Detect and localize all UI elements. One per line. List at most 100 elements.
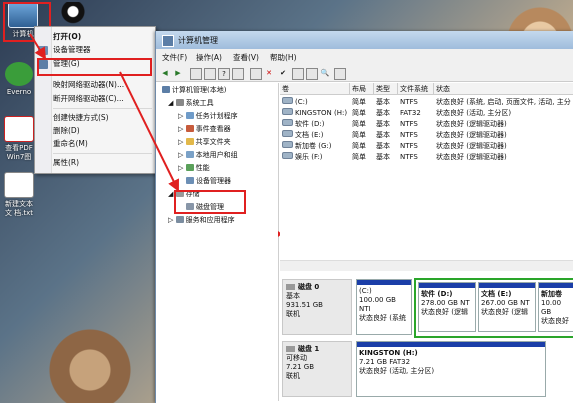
menu-view[interactable]: 查看(V) [233,52,259,63]
expand-arrow-icon[interactable]: ▷ [178,164,183,172]
tree-local-users-label: 本地用户和组 [195,151,238,159]
search-icon[interactable]: 🔍 [320,68,330,78]
column-header-filesystem[interactable]: 文件系统 [398,83,434,95]
table-row[interactable]: 软件 (D:) 简单 基本 NTFS 状态良好 (逻辑驱动器) [280,119,573,130]
tree-device-manager[interactable]: 设备管理器 [186,176,231,186]
volume-name-text: 软件 (D:) [295,120,325,128]
desktop-pdf-icon[interactable]: 查看PDF Win7图 [2,116,36,162]
desktop-evernote-icon[interactable]: Everno [2,62,36,97]
tree-local-users[interactable]: ▷ 本地用户和组 [178,150,238,160]
tree-event-viewer[interactable]: ▷ 事件查看器 [178,124,231,134]
copy-icon[interactable] [292,68,304,80]
open-folder-icon[interactable] [306,68,318,80]
tree-services[interactable]: ▷ 服务和应用程序 [168,215,235,225]
partition-size: 278.00 GB NT [421,299,470,307]
tree-event-viewer-label: 事件查看器 [195,125,231,133]
volume-name-text: (C:) [295,98,308,106]
volume-filesystem: NTFS [400,131,418,139]
collapse-arrow-icon[interactable]: ◢ [168,190,173,198]
menu-item-create-shortcut[interactable]: 创建快捷方式(S) [53,112,109,124]
tree-root-label: 计算机管理(本地) [172,86,227,94]
forward-arrow-icon[interactable]: ▶ [173,68,183,78]
menu-item-properties[interactable]: 属性(R) [53,157,79,169]
partition-size: 7.21 GB FAT32 [359,358,411,366]
tree-performance[interactable]: ▷ 性能 [178,163,210,173]
desktop-evernote-label: Everno [6,88,32,96]
menu-separator [53,108,152,109]
tree-shared-folders-label: 共享文件夹 [195,138,231,146]
help-icon[interactable]: ? [218,68,230,80]
up-folder-icon[interactable] [190,68,202,80]
disk1-header[interactable]: 磁盘 1 可移动 7.21 GB 联机 [282,341,352,397]
table-row[interactable]: (C:) 简单 基本 NTFS 状态良好 (系统, 启动, 页面文件, 活动, … [280,97,573,108]
expand-arrow-icon[interactable]: ▷ [168,216,173,224]
tree-performance-label: 性能 [195,164,210,172]
window-titlebar[interactable]: 计算机管理 [156,31,573,49]
disk0-header[interactable]: 磁盘 0 基本 931.51 GB 联机 [282,279,352,335]
tree-system-tools[interactable]: ◢ 系统工具 [168,98,214,108]
disk0-status: 联机 [286,310,300,318]
disk-management-highlight [174,190,246,214]
menu-separator [53,153,152,154]
desktop-txt-icon[interactable]: 新建文本文 档.txt [2,172,36,218]
expand-arrow-icon[interactable]: ▷ [178,138,183,146]
menu-item-map-network-drive[interactable]: 映射网络驱动器(N)... [53,79,124,91]
volume-status: 状态良好 (活动, 主分区) [436,109,512,117]
column-header-type[interactable]: 类型 [374,83,398,95]
tree-services-label: 服务和应用程序 [185,216,235,224]
window-title: 计算机管理 [178,36,218,45]
tree-root[interactable]: 计算机管理(本地) [162,85,226,95]
event-viewer-icon [185,125,194,132]
desktop-qq-icon[interactable] [56,2,90,28]
context-menu: 打开(O) 设备管理器 管理(G) 映射网络驱动器(N)... 断开网络驱动器(… [34,26,156,174]
menu-item-open[interactable]: 打开(O) [53,31,81,43]
menu-item-device-manager[interactable]: 设备管理器 [53,44,91,56]
table-row[interactable]: KINGSTON (H:) 简单 基本 FAT32 状态良好 (活动, 主分区) [280,108,573,119]
partition-size: 10.00 GB [541,299,562,316]
volume-layout: 简单 [352,109,366,117]
column-header-volume[interactable]: 卷 [280,83,350,95]
menu-item-delete[interactable]: 删除(D) [53,125,80,137]
check-icon[interactable]: ✔ [278,68,288,78]
expand-arrow-icon[interactable]: ▷ [178,125,183,133]
expand-arrow-icon[interactable]: ▷ [178,151,183,159]
table-row[interactable]: 新加卷 (G:) 简单 基本 NTFS 状态良好 (逻辑驱动器) [280,141,573,152]
column-header-status[interactable]: 状态 [434,83,573,95]
table-row[interactable]: 文档 (E:) 简单 基本 NTFS 状态良好 (逻辑驱动器) [280,130,573,141]
properties-icon[interactable] [232,68,244,80]
computer-management-window: 计算机管理 文件(F) 操作(A) 查看(V) 帮助(H) ◀ ▶ ? ✕ ✔ … [155,31,573,403]
volume-icon [282,141,293,148]
partition-g[interactable]: 新加卷 10.00 GB 状态良好 [538,282,573,332]
disk1-type: 可移动 [286,354,307,362]
refresh-icon[interactable] [250,68,262,80]
column-header-layout[interactable]: 布局 [350,83,374,95]
volume-icon [282,130,293,137]
tree-shared-folders[interactable]: ▷ 共享文件夹 [178,137,231,147]
partition-e[interactable]: 文档 (E:) 267.00 GB NT 状态良好 (逻辑 [478,282,536,332]
delete-x-icon[interactable]: ✕ [264,68,274,78]
menu-item-disconnect-network-drive[interactable]: 断开网络驱动器(C)... [53,93,124,105]
horizontal-scrollbar[interactable] [280,260,573,271]
partition-c[interactable]: (C:) 100.00 GB NTI 状态良好 (系统 [356,279,412,335]
volume-name-text: 文档 (E:) [295,131,324,139]
menu-action[interactable]: 操作(A) [196,52,222,63]
back-arrow-icon[interactable]: ◀ [160,68,170,78]
menu-item-rename[interactable]: 重命名(M) [53,138,88,150]
volume-name: 文档 (E:) [282,130,350,141]
expand-arrow-icon[interactable]: ▷ [178,112,183,120]
table-row[interactable]: 娱乐 (F:) 简单 基本 NTFS 状态良好 (逻辑驱动器) [280,152,573,163]
tree-task-scheduler[interactable]: ▷ 任务计划程序 [178,111,238,121]
menu-help[interactable]: 帮助(H) [270,52,297,63]
collapse-arrow-icon[interactable]: ◢ [168,99,173,107]
partition-d[interactable]: 软件 (D:) 278.00 GB NT 状态良好 (逻辑 [418,282,476,332]
panel-icon[interactable] [334,68,346,80]
partition-size: 267.00 GB NT [481,299,530,307]
volume-type: 基本 [376,109,390,117]
menu-file[interactable]: 文件(F) [162,52,187,63]
volume-list: 卷 布局 类型 文件系统 状态 (C:) 简单 基本 NTFS 状态良好 (系统… [280,83,573,259]
show-hide-tree-icon[interactable] [204,68,216,80]
volume-layout: 简单 [352,153,366,161]
partition-h[interactable]: KINGSTON (H:) 7.21 GB FAT32 状态良好 (活动, 主分… [356,341,546,397]
desktop-pdf-label: 查看PDF Win7图 [5,144,33,161]
desktop-txt-label: 新建文本文 档.txt [4,200,34,217]
